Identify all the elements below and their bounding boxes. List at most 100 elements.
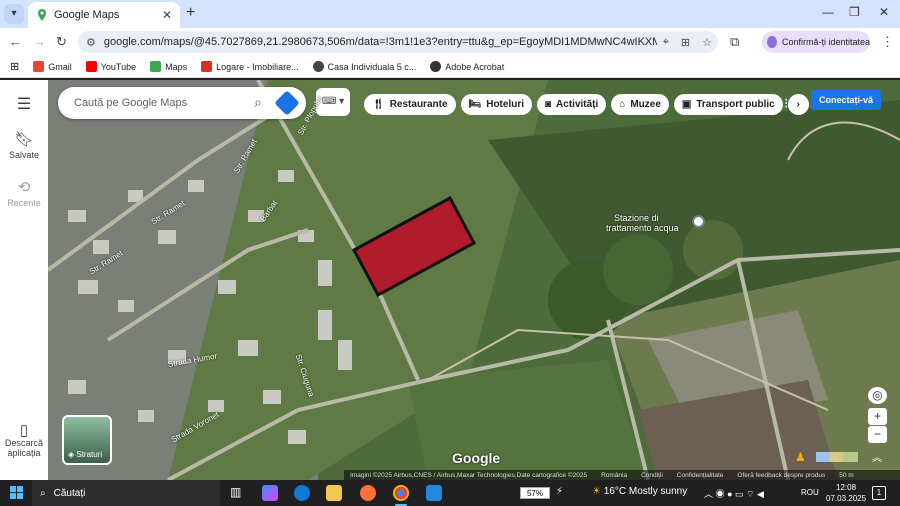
chip-label: Activități	[556, 99, 599, 110]
bookmark-youtube[interactable]: YouTube	[85, 61, 137, 72]
layers-text: Straturi	[76, 450, 103, 459]
google-apps-icon[interactable]: ⁝⁝⁝	[784, 95, 797, 112]
extensions-icon[interactable]: ⧉	[730, 34, 739, 50]
water-treatment-poi-icon[interactable]	[692, 215, 705, 228]
windows-start-icon[interactable]	[10, 486, 23, 499]
system-tray[interactable]: ︿ ◉ ● ▭ ⌔ ◀︎	[704, 487, 764, 500]
reload-icon[interactable]: ↻	[56, 34, 67, 50]
hamburger-icon[interactable]: ☰	[0, 94, 48, 114]
restore-icon[interactable]: ❐	[849, 5, 860, 19]
network-icon[interactable]: ▭	[735, 489, 744, 499]
chevron-up-icon[interactable]: ︿	[704, 489, 713, 499]
sign-in-button[interactable]: Conectați-vă	[811, 90, 881, 110]
chip-activitati[interactable]: ◙ Activități	[537, 94, 607, 115]
saved-button[interactable]: 🔖︎ Salvate	[0, 130, 48, 160]
copilot-icon[interactable]	[262, 485, 278, 501]
more-menu-icon[interactable]: ⋮	[881, 34, 894, 50]
feedback-link[interactable]: Oferă feedback despre produs	[737, 472, 825, 479]
close-tab-icon[interactable]: ✕	[162, 8, 172, 22]
chip-muzee[interactable]: ⌂ Muzee	[611, 94, 669, 115]
chip-transport[interactable]: ▣ Transport public	[673, 94, 783, 115]
chip-label: Muzee	[630, 99, 661, 110]
taskbar-search[interactable]: ⌕ Căutați	[32, 480, 220, 506]
terms-link[interactable]: Condiții	[641, 472, 663, 479]
site-info-icon[interactable]: ⚙	[86, 36, 96, 49]
recent-button[interactable]: ⟲ Recente	[0, 178, 48, 208]
clock-date: 07.03.2025	[826, 494, 867, 503]
minimap-strip[interactable]	[816, 452, 858, 462]
globe-icon	[312, 61, 324, 72]
zoom-out-button[interactable]: −	[868, 426, 887, 443]
chip-hoteluri[interactable]: 🛏︎ Hoteluri	[460, 94, 532, 115]
youtube-icon	[85, 61, 97, 72]
history-icon: ⟲	[17, 179, 31, 196]
museum-icon: ⌂	[619, 99, 626, 110]
satellite-map[interactable]	[48, 80, 900, 480]
weather-temp: 16°C	[603, 486, 627, 497]
maps-search-box[interactable]: Caută pe Google Maps ⌕	[58, 87, 306, 119]
mail-icon[interactable]	[426, 485, 442, 501]
antivirus-icon[interactable]: ◉	[716, 489, 725, 499]
map-attribution: Imagini ©2025 Airbus,CNES / Airbus,Maxar…	[344, 470, 900, 480]
acrobat-icon	[430, 61, 442, 72]
tab-google-maps[interactable]: Google Maps ✕	[28, 2, 180, 28]
address-bar[interactable]: ⚙ google.com/maps/@45.7027869,21.2980673…	[78, 31, 718, 53]
chrome-icon[interactable]	[393, 485, 409, 501]
pegman-icon[interactable]: ♟	[795, 450, 809, 464]
location-icon[interactable]: ⌖	[663, 36, 669, 49]
forward-icon[interactable]: →	[33, 34, 46, 49]
volume-icon[interactable]: ◀︎	[757, 489, 764, 499]
zoom-in-button[interactable]: +	[868, 408, 887, 425]
firefox-icon[interactable]	[360, 485, 376, 501]
search-placeholder: Caută pe Google Maps	[74, 97, 188, 109]
wifi-icon[interactable]: ⌔	[746, 489, 754, 499]
bookmark-casa[interactable]: Casa Individuala 5 c...	[312, 61, 416, 72]
chip-label: Hoteluri	[486, 99, 524, 110]
notifications-icon[interactable]: 1	[872, 486, 886, 500]
chip-restaurante[interactable]: 🍴︎ Restaurante	[364, 94, 456, 115]
my-location-icon[interactable]: ◎	[868, 387, 887, 404]
security-icon[interactable]: ●	[727, 489, 732, 499]
bookmark-label: Gmail	[48, 61, 72, 72]
minimize-icon[interactable]: —	[822, 5, 834, 19]
bookmark-icon: 🔖︎	[14, 131, 34, 148]
clock-time: 12:08	[836, 483, 857, 492]
poi-label[interactable]: Stazione di trattamento acqua	[606, 213, 679, 233]
sun-icon: ☀	[592, 486, 601, 497]
battery-indicator[interactable]: 57%	[520, 487, 550, 499]
weather-widget[interactable]: ☀ 16°C Mostly sunny	[592, 486, 687, 497]
bookmark-star-icon[interactable]: ☆	[702, 36, 712, 49]
profile-button[interactable]: Confirmă-ți identitatea	[762, 31, 870, 53]
task-view-icon[interactable]: ▥	[230, 485, 246, 501]
bookmark-label: Logare - Imobiliare...	[216, 61, 299, 72]
clock[interactable]: 12:08 07.03.2025	[826, 482, 866, 504]
bookmark-maps[interactable]: Maps	[150, 61, 187, 72]
bookmark-label: Adobe Acrobat	[445, 61, 505, 72]
bookmark-acrobat[interactable]: Adobe Acrobat	[430, 61, 504, 72]
download-app-button[interactable]: ▯ Descarcă aplicația	[0, 422, 48, 458]
directions-icon[interactable]	[274, 90, 300, 116]
layers-button[interactable]: ◈ Straturi	[62, 415, 112, 465]
new-tab-button[interactable]: +	[186, 4, 195, 22]
close-window-icon[interactable]: ✕	[879, 5, 889, 19]
chevron-up-icon[interactable]: ︽	[872, 449, 882, 464]
country-link[interactable]: România	[601, 472, 627, 479]
taskbar-search-label: Căutați	[53, 487, 86, 499]
edge-icon[interactable]	[294, 485, 310, 501]
tab-search-button[interactable]: ▾	[4, 4, 24, 24]
search-icon[interactable]: ⌕	[254, 94, 262, 111]
privacy-link[interactable]: Confidențialitate	[677, 472, 724, 479]
train-icon: ▣	[681, 99, 692, 110]
bookmark-gmail[interactable]: Gmail	[33, 61, 72, 72]
maps-side-rail: ☰ 🔖︎ Salvate ⟲ Recente ▯ Descarcă aplica…	[0, 80, 48, 480]
install-app-icon[interactable]: ⊞	[681, 36, 690, 49]
bookmark-label: YouTube	[100, 61, 137, 72]
back-icon[interactable]: ←	[9, 34, 22, 49]
bookmark-imobiliare[interactable]: Logare - Imobiliare...	[201, 61, 299, 72]
store-icon[interactable]	[326, 485, 342, 501]
phone-icon: ▯	[19, 422, 29, 439]
identity-label: Confirmă-ți identitatea	[781, 37, 870, 47]
apps-icon[interactable]: ⊞	[10, 60, 19, 73]
recent-label: Recente	[7, 198, 41, 208]
language-indicator[interactable]: ROU	[801, 488, 819, 497]
